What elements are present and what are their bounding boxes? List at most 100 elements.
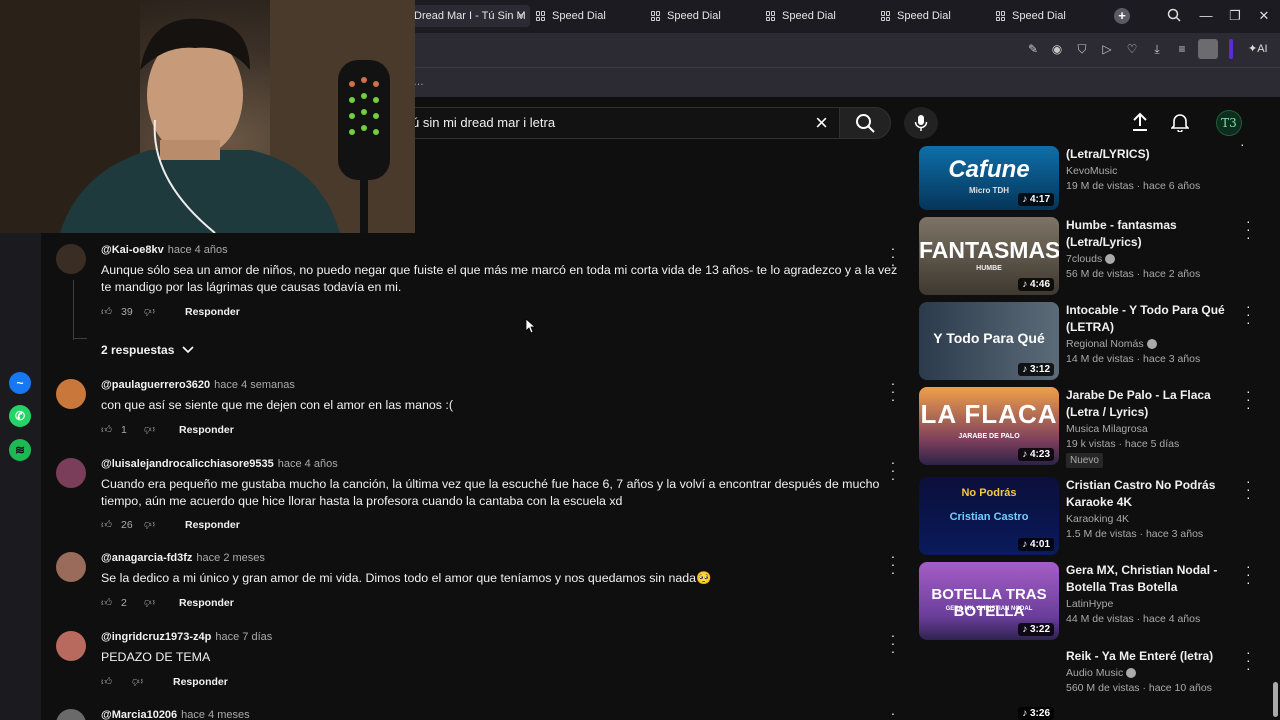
more-actions-icon[interactable]: ··· — [888, 549, 898, 579]
recommendation-item[interactable]: Y Todo Para Qué ♪ 3:12 Intocable - Y Tod… — [919, 299, 1269, 380]
ai-button[interactable]: ✦AI — [1248, 42, 1268, 55]
reply-button[interactable]: Responder — [173, 676, 228, 688]
comment-author[interactable]: @luisalejandrocalicchiasore9535 — [101, 458, 274, 470]
spotify-icon[interactable]: ≋ — [9, 439, 31, 461]
more-actions-icon[interactable]: ··· — [888, 628, 898, 658]
video-title[interactable]: Cristian Castro No Podrás Karaoke 4K — [1066, 477, 1236, 511]
whatsapp-icon[interactable]: ✆ — [9, 405, 31, 427]
thumbs-up-icon[interactable]: 👍︎ — [101, 305, 115, 318]
new-tab-icon[interactable]: + — [1114, 8, 1130, 24]
notifications-bell-icon[interactable] — [1170, 112, 1190, 137]
tab-close-icon[interactable]: × — [518, 10, 524, 22]
scrollbar-track[interactable] — [1271, 97, 1280, 720]
recommendation-item[interactable]: No Podrás Cristian Castro ♪ 4:01 Cristia… — [919, 474, 1269, 555]
comment-author[interactable]: @ingridcruz1973-z4p — [101, 631, 211, 643]
video-title[interactable]: (Letra/LYRICS) — [1066, 146, 1236, 163]
recommendation-item[interactable]: BOTELLA TRAS BOTELLA GERA MX, CHRISTIAN … — [919, 559, 1269, 640]
restore-icon[interactable]: ❐ — [1227, 8, 1243, 24]
video-thumbnail[interactable]: No Podrás Cristian Castro ♪ 4:01 — [919, 477, 1059, 555]
comment-time[interactable]: hace 2 meses — [196, 552, 264, 564]
thumbs-down-icon[interactable]: 👍︎ — [141, 596, 155, 609]
close-window-icon[interactable]: ✕ — [1256, 8, 1272, 24]
channel-name[interactable]: KevoMusic — [1066, 165, 1236, 177]
search-tabs-icon[interactable] — [1166, 8, 1182, 24]
channel-name[interactable]: 7clouds — [1066, 253, 1236, 265]
play-icon[interactable]: ▷ — [1100, 42, 1114, 56]
avatar[interactable] — [56, 244, 86, 274]
video-title[interactable]: Reik - Ya Me Enteré (letra) — [1066, 648, 1236, 665]
thumbs-down-icon[interactable]: 👍︎ — [141, 423, 155, 436]
recommendation-item[interactable]: FANTASMAS HUMBE ♪ 4:46 Humbe - fantasmas… — [919, 214, 1269, 295]
video-title[interactable]: Intocable - Y Todo Para Qué (LETRA) — [1066, 302, 1236, 336]
more-actions-icon[interactable]: ··· — [1246, 299, 1251, 329]
more-actions-icon[interactable]: ··· — [888, 455, 898, 485]
search-button[interactable] — [839, 107, 891, 139]
more-actions-icon[interactable]: ··· — [1246, 645, 1251, 675]
video-thumbnail[interactable]: FANTASMAS HUMBE ♪ 4:46 — [919, 217, 1059, 295]
more-actions-icon[interactable]: ··· — [1246, 214, 1251, 244]
channel-name[interactable]: Regional Nomás — [1066, 338, 1236, 350]
more-actions-icon[interactable]: ··· — [888, 709, 898, 720]
video-title[interactable]: Gera MX, Christian Nodal - Botella Tras … — [1066, 562, 1236, 596]
avatar[interactable] — [56, 552, 86, 582]
upload-icon[interactable] — [1131, 112, 1149, 137]
channel-name[interactable]: Karaoking 4K — [1066, 513, 1236, 525]
comment-time[interactable]: hace 4 semanas — [214, 379, 295, 391]
thumbs-down-icon[interactable]: 👍︎ — [129, 675, 143, 688]
more-actions-icon[interactable]: ··· — [1246, 384, 1251, 414]
avatar[interactable] — [56, 458, 86, 488]
heart-icon[interactable]: ♡ — [1125, 42, 1139, 56]
camera-icon[interactable]: ◉ — [1050, 42, 1064, 56]
tab-speed-dial[interactable]: Speed Dial — [990, 5, 1102, 27]
thumbs-down-icon[interactable]: 👍︎ — [141, 518, 155, 531]
tab-speed-dial[interactable]: Speed Dial — [875, 5, 987, 27]
video-title[interactable]: Jarabe De Palo - La Flaca (Letra / Lyric… — [1066, 387, 1236, 421]
video-thumbnail[interactable]: ♪ 3:26 — [919, 648, 1059, 720]
recommendation-item[interactable]: LA FLACA JARABE DE PALO ♪ 4:23 Jarabe De… — [919, 384, 1269, 468]
avatar[interactable] — [56, 709, 86, 720]
scrollbar-thumb[interactable] — [1273, 682, 1278, 717]
search-input[interactable]: ú sin mi dread mar i letra × — [395, 107, 841, 139]
thumbs-down-icon[interactable]: 👍︎ — [141, 305, 155, 318]
video-thumbnail[interactable]: LA FLACA JARABE DE PALO ♪ 4:23 — [919, 387, 1059, 465]
comment-author[interactable]: @paulaguerrero3620 — [101, 379, 210, 391]
channel-name[interactable]: Audio Music — [1066, 667, 1236, 679]
video-thumbnail[interactable]: Y Todo Para Qué ♪ 3:12 — [919, 302, 1059, 380]
voice-search-button[interactable] — [904, 107, 938, 139]
reply-button[interactable]: Responder — [185, 519, 240, 531]
comment-time[interactable]: hace 4 años — [278, 458, 338, 470]
clear-search-icon[interactable]: × — [815, 110, 828, 136]
shield-icon[interactable]: ⛉ — [1075, 42, 1089, 57]
more-actions-icon[interactable]: ··· — [1246, 474, 1251, 504]
messenger-icon[interactable]: ~ — [9, 372, 31, 394]
reply-button[interactable]: Responder — [179, 424, 234, 436]
more-actions-icon[interactable]: ··· — [888, 241, 898, 271]
avatar[interactable] — [56, 631, 86, 661]
profile-avatar[interactable] — [1198, 39, 1218, 59]
comment-author[interactable]: @Marcia10206 — [101, 709, 177, 720]
menu-icon[interactable]: ≡ — [1175, 42, 1189, 56]
channel-name[interactable]: Musica Milagrosa — [1066, 423, 1236, 435]
video-thumbnail[interactable]: BOTELLA TRAS BOTELLA GERA MX, CHRISTIAN … — [919, 562, 1059, 640]
comment-time[interactable]: hace 4 años — [168, 244, 228, 256]
account-avatar[interactable]: T3 — [1216, 110, 1242, 136]
more-actions-icon[interactable]: ··· — [888, 376, 898, 406]
download-icon[interactable]: ⤓ — [1150, 42, 1164, 57]
replies-toggle[interactable]: 2 respuestas — [101, 343, 194, 357]
recommendation-item[interactable]: Cafune Micro TDH ♪ 4:17 (Letra/LYRICS) K… — [919, 146, 1269, 210]
tab-active[interactable]: Dread Mar I - Tú Sin M × — [408, 5, 530, 27]
tab-speed-dial[interactable]: Speed Dial — [760, 5, 872, 27]
recommendation-item[interactable]: ♪ 3:26 Reik - Ya Me Enteré (letra) Audio… — [919, 645, 1269, 720]
tab-speed-dial[interactable]: Speed Dial — [530, 5, 642, 27]
edit-icon[interactable]: ✎ — [1026, 42, 1040, 56]
thumbs-up-icon[interactable]: 👍︎ — [101, 675, 115, 688]
comment-author[interactable]: @anagarcia-fd3fz — [101, 552, 192, 564]
thumbs-up-icon[interactable]: 👍︎ — [101, 423, 115, 436]
more-actions-icon[interactable]: ··· — [1246, 559, 1251, 589]
reply-button[interactable]: Responder — [179, 597, 234, 609]
comment-time[interactable]: hace 4 meses — [181, 709, 249, 720]
video-title[interactable]: Humbe - fantasmas (Letra/Lyrics) — [1066, 217, 1236, 251]
minimize-icon[interactable]: — — [1198, 8, 1214, 24]
thumbs-up-icon[interactable]: 👍︎ — [101, 518, 115, 531]
tab-speed-dial[interactable]: Speed Dial — [645, 5, 757, 27]
